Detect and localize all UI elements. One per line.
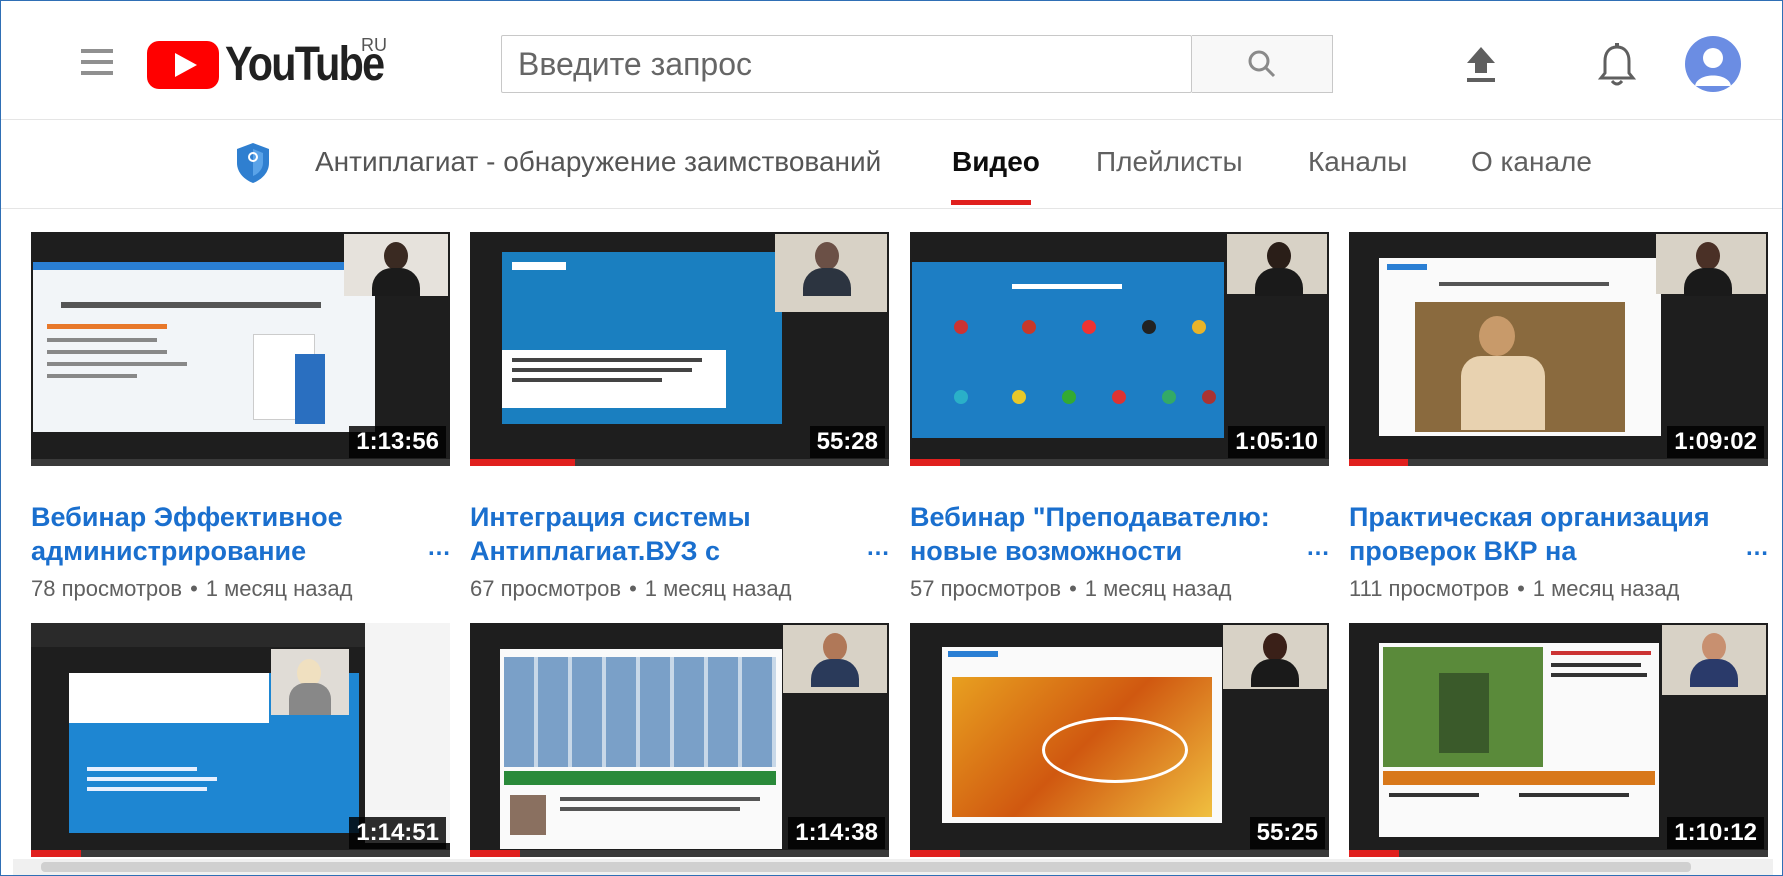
video-title[interactable]: Интеграция системы Антиплагиат.ВУЗ с <box>470 500 852 568</box>
view-count: 57 просмотров <box>910 576 1062 601</box>
video-duration: 55:28 <box>809 426 885 458</box>
video-thumbnail[interactable]: 1:14:38 <box>470 623 889 857</box>
video-title[interactable]: Вебинар Эффективное администрирование <box>31 500 413 568</box>
scrollbar-thumb[interactable] <box>41 862 1691 872</box>
logo-wordmark: YouTube <box>225 38 385 91</box>
upload-icon[interactable] <box>1459 43 1503 87</box>
video-thumbnail[interactable]: 1:13:56 <box>31 232 450 466</box>
video-meta: 67 просмотров • 1 месяц назад <box>470 576 792 601</box>
video-thumbnail[interactable]: 1:14:51 <box>31 623 450 857</box>
video-thumbnail[interactable]: 1:09:02 <box>1349 232 1768 466</box>
more-options-icon[interactable]: … <box>1745 534 1769 562</box>
tab-channels[interactable]: Каналы <box>1308 146 1407 178</box>
masthead: YouTube RU <box>1 1 1782 120</box>
video-thumbnail[interactable]: 1:10:12 <box>1349 623 1768 857</box>
account-avatar[interactable] <box>1685 36 1741 92</box>
upload-age: 1 месяц назад <box>644 576 792 601</box>
channel-shield-icon[interactable] <box>235 141 271 185</box>
watch-progress <box>470 459 575 466</box>
video-meta: 78 просмотров • 1 месяц назад <box>31 576 353 601</box>
video-duration: 1:14:51 <box>349 817 446 849</box>
video-duration: 1:14:38 <box>788 817 885 849</box>
more-options-icon[interactable]: … <box>866 534 890 562</box>
user-silhouette-icon <box>1695 48 1731 86</box>
video-thumbnail[interactable]: 55:25 <box>910 623 1329 857</box>
hamburger-menu-icon[interactable] <box>81 49 113 75</box>
watch-progress <box>31 850 82 857</box>
tab-about[interactable]: О канале <box>1471 146 1592 178</box>
video-duration: 1:10:12 <box>1667 817 1764 849</box>
watch-progress <box>910 850 961 857</box>
upload-age: 1 месяц назад <box>1532 576 1680 601</box>
video-thumbnail[interactable]: 55:28 <box>470 232 889 466</box>
tab-videos[interactable]: Видео <box>952 146 1040 178</box>
view-count: 78 просмотров <box>31 576 183 601</box>
search-box <box>501 35 1192 93</box>
video-title[interactable]: Практическая организация проверок ВКР на <box>1349 500 1731 568</box>
more-options-icon[interactable]: … <box>427 534 451 562</box>
watch-progress <box>470 850 521 857</box>
channel-name[interactable]: Антиплагиат - обнаружение заимствований <box>315 146 881 178</box>
search-input[interactable] <box>502 44 1120 84</box>
more-options-icon[interactable]: … <box>1306 534 1330 562</box>
youtube-play-icon <box>147 41 219 89</box>
watch-progress <box>1349 459 1408 466</box>
video-meta: 57 просмотров • 1 месяц назад <box>910 576 1232 601</box>
watch-progress <box>910 459 961 466</box>
upload-age: 1 месяц назад <box>1084 576 1232 601</box>
search-button[interactable] <box>1192 35 1333 93</box>
video-duration: 55:25 <box>1249 817 1325 849</box>
channel-bar: Антиплагиат - обнаружение заимствований … <box>1 120 1782 209</box>
logo-region: RU <box>361 35 387 55</box>
video-duration: 1:13:56 <box>349 426 446 458</box>
video-title[interactable]: Вебинар "Преподавателю: новые возможност… <box>910 500 1292 568</box>
view-count: 67 просмотров <box>470 576 622 601</box>
active-tab-underline <box>951 200 1031 205</box>
view-count: 111 просмотров <box>1349 576 1510 601</box>
search-icon <box>1248 50 1276 78</box>
notifications-bell-icon[interactable] <box>1595 41 1639 89</box>
video-duration: 1:09:02 <box>1667 426 1764 458</box>
youtube-logo[interactable]: YouTube RU <box>147 35 409 93</box>
watch-progress <box>1349 850 1400 857</box>
tab-playlists[interactable]: Плейлисты <box>1096 146 1243 178</box>
browser-frame: YouTube RU Введите запрос Антиплагиат - … <box>0 0 1783 876</box>
video-duration: 1:05:10 <box>1228 426 1325 458</box>
upload-age: 1 месяц назад <box>205 576 353 601</box>
video-thumbnail[interactable]: 1:05:10 <box>910 232 1329 466</box>
video-meta: 111 просмотров • 1 месяц назад <box>1349 576 1680 601</box>
